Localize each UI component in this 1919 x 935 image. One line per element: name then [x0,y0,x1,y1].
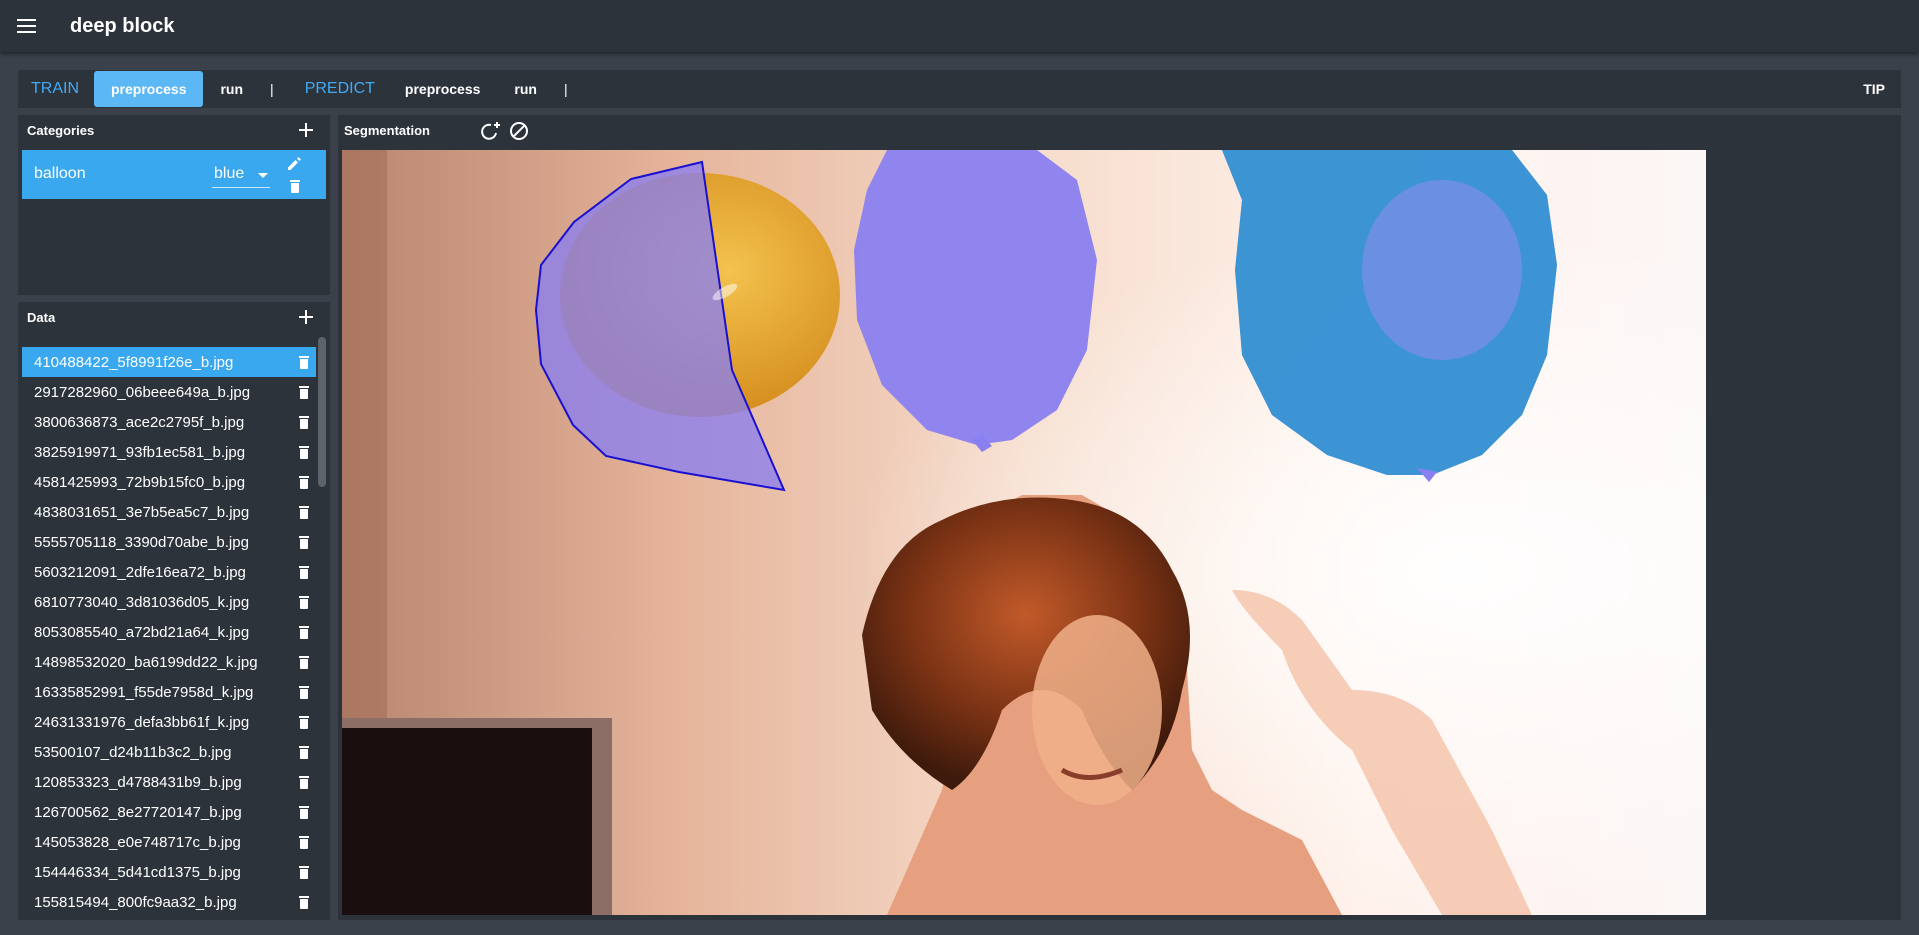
file-name: 145053828_e0e748717c_b.jpg [34,834,241,851]
category-item-balloon[interactable]: balloon blue [22,150,326,199]
file-name: 24631331976_defa3bb61f_k.jpg [34,714,250,731]
data-file-row[interactable]: 6810773040_3d81036d05_k.jpg [22,587,316,617]
data-file-row[interactable]: 410488422_5f8991f26e_b.jpg [22,347,316,377]
file-name: 4581425993_72b9b15fc0_b.jpg [34,474,246,491]
file-name: 2917282960_06beee649a_b.jpg [34,384,251,401]
file-name: 126700562_8e27720147_b.jpg [34,804,242,821]
data-file-row[interactable]: 4581425993_72b9b15fc0_b.jpg [22,467,316,497]
data-panel: Data 410488422_5f8991f26e_b.jpg 291728296… [18,302,330,920]
delete-file-icon[interactable] [298,446,310,459]
data-file-row[interactable]: 14898532020_ba6199dd22_k.jpg [22,647,316,677]
data-title: Data [27,310,56,325]
data-file-row[interactable]: 24631331976_defa3bb61f_k.jpg [22,707,316,737]
data-file-row[interactable]: 145053828_e0e748717c_b.jpg [22,827,316,857]
delete-file-icon[interactable] [298,656,310,669]
delete-file-icon[interactable] [298,626,310,639]
file-name: 154446334_5d41cd1375_b.jpg [34,864,241,881]
data-file-row[interactable]: 3825919971_93fb1ec581_b.jpg [22,437,316,467]
toolbar-separator: | [563,81,568,97]
scrollbar-thumb[interactable] [318,337,326,487]
file-name: 4838031651_3e7b5ea5c7_b.jpg [34,504,250,521]
data-file-row[interactable]: 16335852991_f55de7958d_k.jpg [22,677,316,707]
predict-preprocess-button[interactable]: preprocess [388,71,497,107]
file-name: 5603212091_2dfe16ea72_b.jpg [34,564,246,581]
delete-file-icon[interactable] [298,536,310,549]
data-file-row[interactable]: 126700562_8e27720147_b.jpg [22,797,316,827]
file-name: 120853323_d4788431b9_b.jpg [34,774,242,791]
mode-toolbar: TRAIN preprocess run | PREDICT preproces… [18,70,1901,108]
delete-file-icon[interactable] [298,836,310,849]
delete-file-icon[interactable] [298,716,310,729]
delete-file-icon[interactable] [298,686,310,699]
data-file-row[interactable]: 5555705118_3390d70abe_b.jpg [22,527,316,557]
predict-run-button[interactable]: run [497,71,554,107]
file-name: 8053085540_a72bd21a64_k.jpg [34,624,250,641]
category-color-value: blue [214,165,245,182]
app-title: deep block [70,14,175,37]
segmentation-panel: Segmentation [338,115,1901,920]
file-name: 3800636873_ace2c2795f_b.jpg [34,414,245,431]
menu-icon[interactable] [15,14,39,38]
file-name: 53500107_d24b11b3c2_b.jpg [34,744,232,761]
categories-title: Categories [27,123,95,138]
delete-file-icon[interactable] [298,596,310,609]
segmentation-title: Segmentation [344,123,430,138]
data-file-row[interactable]: 155815494_800fc9aa32_b.jpg [22,887,316,917]
delete-file-icon[interactable] [298,386,310,399]
data-scrollbar[interactable] [318,337,326,922]
add-category-icon[interactable] [298,122,314,138]
delete-file-icon[interactable] [298,806,310,819]
data-file-row[interactable]: 8053085540_a72bd21a64_k.jpg [22,617,316,647]
data-file-row[interactable]: 120853323_d4788431b9_b.jpg [22,767,316,797]
train-run-button[interactable]: run [203,71,260,107]
add-polygon-icon[interactable] [480,120,502,142]
data-file-row[interactable]: 4838031651_3e7b5ea5c7_b.jpg [22,497,316,527]
predict-mode-button[interactable]: PREDICT [292,80,388,98]
data-file-row[interactable]: 154446334_5d41cd1375_b.jpg [22,857,316,887]
data-file-row[interactable]: 5603212091_2dfe16ea72_b.jpg [22,557,316,587]
app-bar: deep block [0,0,1919,52]
edit-icon[interactable] [286,156,302,172]
file-name: 6810773040_3d81036d05_k.jpg [34,594,250,611]
file-name: 155815494_800fc9aa32_b.jpg [34,894,237,911]
file-name: 3825919971_93fb1ec581_b.jpg [34,444,246,461]
delete-category-icon[interactable] [289,180,301,193]
chevron-down-icon [258,173,268,178]
clear-annotations-icon[interactable] [508,120,530,142]
category-color-select[interactable]: blue [212,163,270,188]
category-name: balloon [34,165,86,182]
delete-file-icon[interactable] [298,776,310,789]
delete-file-icon[interactable] [298,566,310,579]
data-file-row[interactable]: 3800636873_ace2c2795f_b.jpg [22,407,316,437]
train-preprocess-button[interactable]: preprocess [94,71,204,107]
delete-file-icon[interactable] [298,896,310,909]
tv-screen [342,728,592,915]
delete-file-icon[interactable] [298,356,310,369]
add-data-icon[interactable] [298,309,314,325]
file-name: 5555705118_3390d70abe_b.jpg [34,534,249,551]
file-name: 14898532020_ba6199dd22_k.jpg [34,654,258,671]
tip-button[interactable]: TIP [1847,81,1901,97]
train-mode-button[interactable]: TRAIN [18,80,92,98]
toolbar-separator: | [270,81,274,97]
file-name: 410488422_5f8991f26e_b.jpg [34,354,234,371]
annotated-image[interactable] [342,150,1706,915]
segmentation-canvas[interactable] [342,150,1706,915]
categories-panel: Categories balloon blue [18,115,330,295]
delete-file-icon[interactable] [298,416,310,429]
delete-file-icon[interactable] [298,476,310,489]
delete-file-icon[interactable] [298,866,310,879]
delete-file-icon[interactable] [298,746,310,759]
data-file-row[interactable]: 2917282960_06beee649a_b.jpg [22,377,316,407]
file-name: 16335852991_f55de7958d_k.jpg [34,684,254,701]
data-file-list: 410488422_5f8991f26e_b.jpg 2917282960_06b… [22,347,316,922]
delete-file-icon[interactable] [298,506,310,519]
data-file-row[interactable]: 53500107_d24b11b3c2_b.jpg [22,737,316,767]
